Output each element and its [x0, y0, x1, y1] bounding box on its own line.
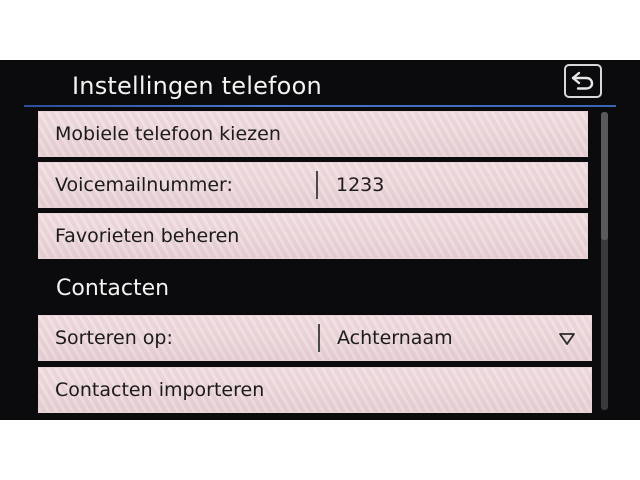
voicemail-label: Voicemailnummer:	[55, 174, 233, 196]
title-divider	[24, 105, 616, 107]
field-separator	[318, 324, 320, 352]
manage-favorites-button[interactable]: Favorieten beheren	[38, 213, 588, 259]
triangle-down-icon	[559, 333, 575, 345]
field-separator	[316, 171, 318, 199]
scrollbar[interactable]	[601, 112, 608, 410]
sort-by-value: Achternaam	[337, 327, 453, 349]
back-arrow-icon	[571, 71, 594, 90]
back-button[interactable]	[564, 64, 602, 98]
contacts-heading: Contacten	[56, 276, 170, 301]
sort-by-label: Sorteren op:	[55, 327, 173, 349]
voicemail-number-field[interactable]: Voicemailnummer: 1233	[38, 162, 588, 208]
scrollbar-thumb[interactable]	[601, 112, 608, 240]
manage-favorites-label: Favorieten beheren	[55, 225, 240, 247]
import-contacts-label: Contacten importeren	[55, 379, 265, 401]
sort-by-dropdown[interactable]: Sorteren op: Achternaam	[38, 315, 592, 361]
settings-screen: Instellingen telefoon Mobiele telefoon k…	[0, 60, 640, 420]
voicemail-value: 1233	[336, 174, 385, 196]
import-contacts-button[interactable]: Contacten importeren	[38, 367, 592, 413]
page-title: Instellingen telefoon	[72, 72, 322, 100]
select-phone-button[interactable]: Mobiele telefoon kiezen	[38, 111, 588, 157]
select-phone-label: Mobiele telefoon kiezen	[55, 123, 281, 145]
